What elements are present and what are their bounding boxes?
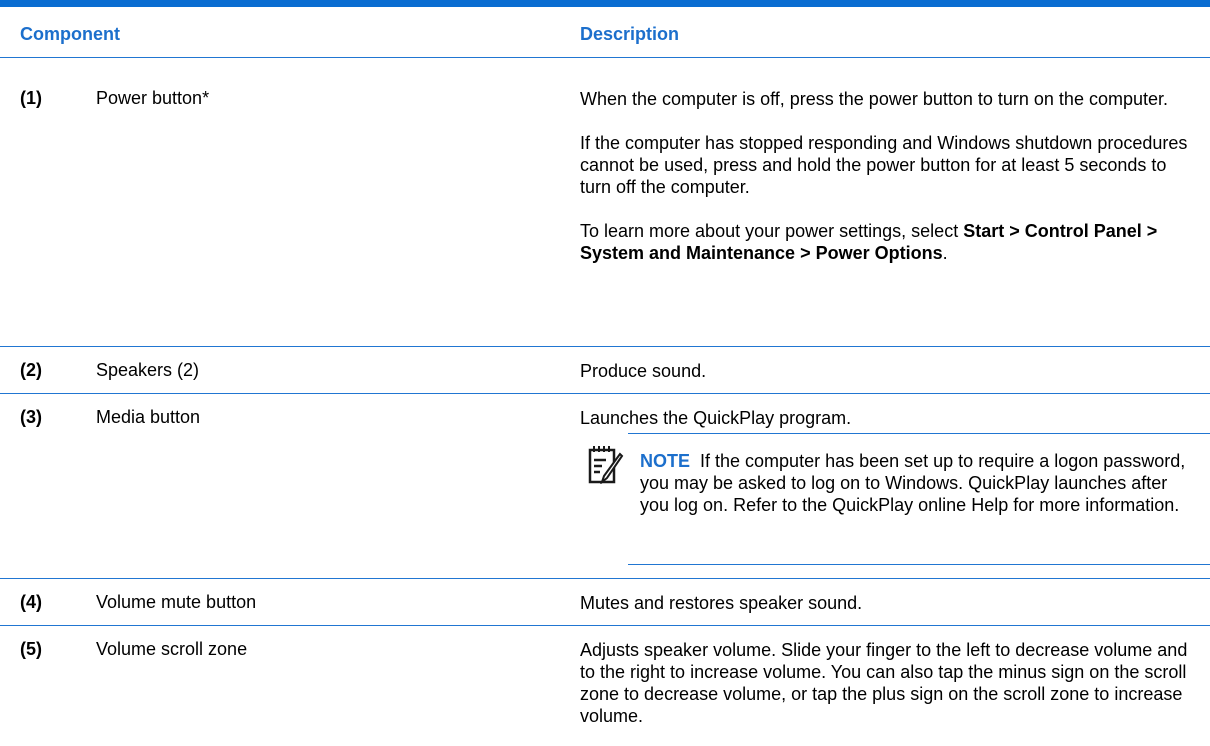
top-rule: [0, 0, 1210, 7]
row-description: Launches the QuickPlay program.: [580, 408, 852, 428]
table-header: Component Description: [0, 7, 1210, 58]
header-component: Component: [20, 24, 120, 44]
note-text: NOTE If the computer has been set up to r…: [640, 450, 1200, 516]
row-description: Produce sound.: [580, 361, 707, 381]
description-paragraph: When the computer is off, press the powe…: [580, 89, 1168, 109]
description-text: To learn more about your power settings,…: [580, 221, 964, 241]
description-paragraph: To learn more about your power settings,…: [580, 220, 1200, 264]
note-bottom-rule: [628, 564, 1210, 565]
table-row: (1) Power button* When the computer is o…: [0, 58, 1210, 347]
component-name: Volume scroll zone: [96, 639, 248, 659]
table-row: (4) Volume mute button Mutes and restore…: [0, 579, 1210, 626]
note-label: NOTE: [640, 451, 691, 471]
note-pencil-icon: [586, 444, 624, 489]
note-top-rule: [628, 433, 1210, 434]
row-number: (2): [20, 360, 42, 380]
component-name: Speakers (2): [96, 360, 200, 380]
row-number: (3): [20, 407, 42, 427]
row-description: Mutes and restores speaker sound.: [580, 593, 863, 613]
table-row: (5) Volume scroll zone Adjusts speaker v…: [0, 626, 1210, 746]
row-number: (4): [20, 592, 42, 612]
row-number: (5): [20, 639, 42, 659]
table-row: (3) Media button Launches the QuickPlay …: [0, 394, 1210, 579]
component-name: Media button: [96, 407, 201, 427]
component-name: Volume mute button: [96, 592, 257, 612]
note-body: If the computer has been set up to requi…: [640, 451, 1186, 515]
component-name: Power button*: [96, 88, 210, 108]
description-paragraph: If the computer has stopped responding a…: [580, 133, 1188, 197]
row-description: Adjusts speaker volume. Slide your finge…: [580, 640, 1188, 726]
description-text: .: [942, 243, 948, 263]
row-number: (1): [20, 88, 42, 108]
row-description: When the computer is off, press the powe…: [580, 88, 1210, 264]
header-description: Description: [580, 24, 680, 44]
table-row: (2) Speakers (2) Produce sound.: [0, 347, 1210, 394]
